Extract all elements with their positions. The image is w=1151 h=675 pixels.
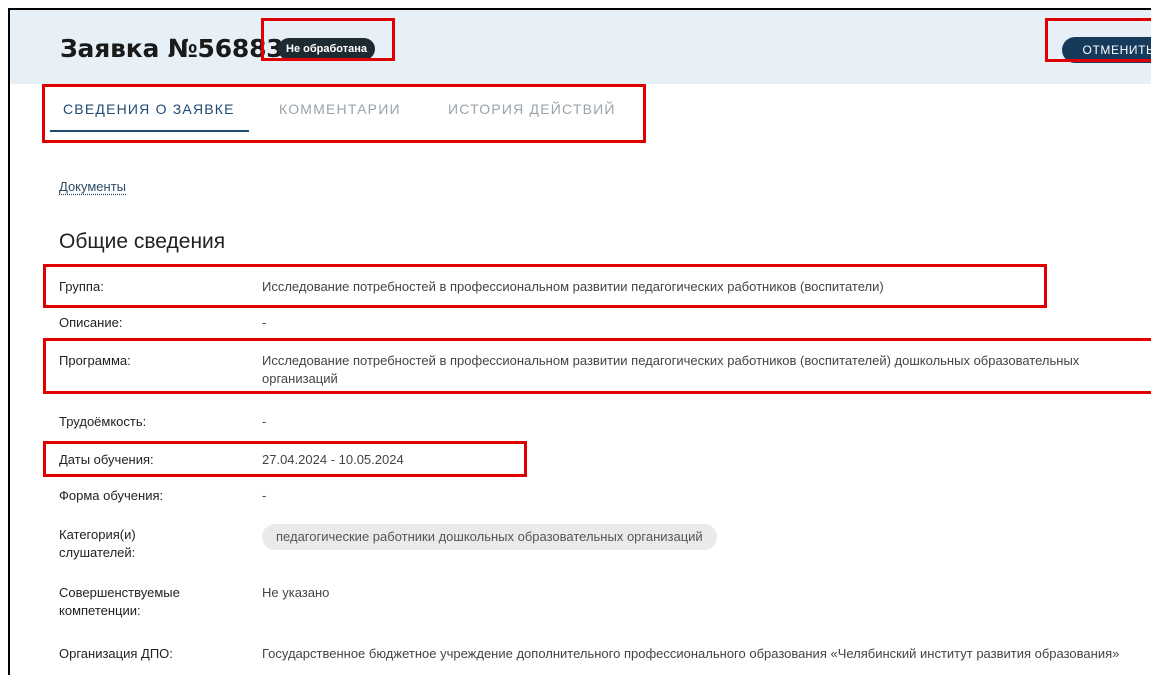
competencies-label: Совершенствуемые компетенции:	[59, 585, 180, 618]
program-label: Программа:	[59, 353, 131, 368]
tab-application-info[interactable]: СВЕДЕНИЯ О ЗАЯВКЕ	[50, 96, 249, 132]
organization-value: Государственное бюджетное учреждение доп…	[262, 646, 1120, 661]
program-value: Исследование потребностей в профессионал…	[262, 353, 1080, 386]
labor-intensity-value: -	[262, 414, 267, 429]
section-title: Общие сведения	[59, 230, 226, 253]
dates-label: Даты обучения:	[59, 452, 154, 467]
description-value: -	[262, 315, 267, 330]
labor-intensity-label: Трудоёмкость:	[59, 414, 147, 429]
organization-label: Организация ДПО:	[59, 646, 173, 661]
status-badge: Не обработана	[278, 38, 375, 60]
frame-border-left	[8, 8, 10, 675]
documents-link[interactable]: Документы	[59, 179, 126, 194]
category-chip: педагогические работники дошкольных обра…	[262, 524, 717, 550]
categories-label: Категория(и) слушателей:	[59, 527, 136, 560]
tab-action-history[interactable]: ИСТОРИЯ ДЕЙСТВИЙ	[448, 96, 616, 132]
page-title: Заявка №56883	[60, 34, 284, 63]
tab-comments[interactable]: КОММЕНТАРИИ	[279, 96, 401, 132]
group-label: Группа:	[59, 279, 104, 294]
dates-value: 27.04.2024 - 10.05.2024	[262, 452, 404, 467]
page-header: Заявка №56883 Не обработана ОТМЕНИТЬ	[10, 10, 1151, 84]
application-page: Заявка №56883 Не обработана ОТМЕНИТЬ СВЕ…	[0, 0, 1151, 675]
description-label: Описание:	[59, 315, 123, 330]
form-label: Форма обучения:	[59, 488, 164, 503]
cancel-button[interactable]: ОТМЕНИТЬ	[1062, 37, 1151, 63]
group-value: Исследование потребностей в профессионал…	[262, 279, 884, 294]
form-value: -	[262, 488, 267, 503]
competencies-value: Не указано	[262, 585, 330, 600]
